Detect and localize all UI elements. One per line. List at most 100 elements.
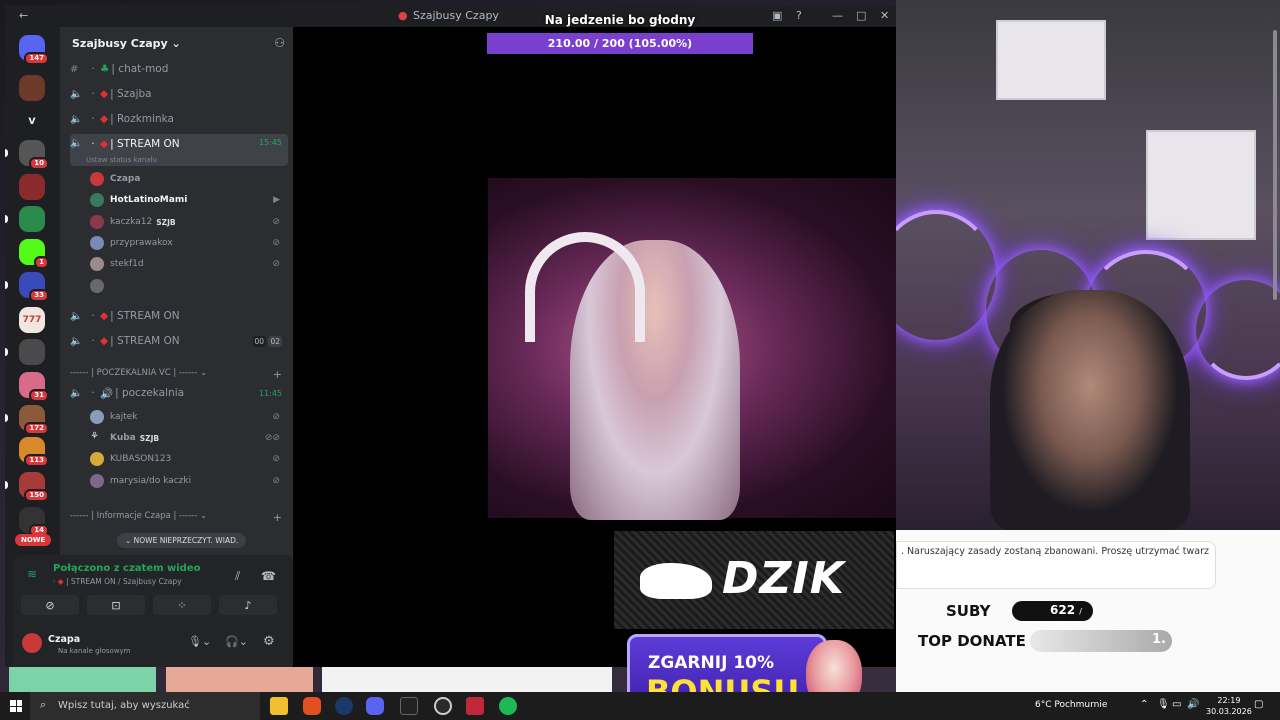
notifications-icon[interactable]: ▢ xyxy=(1254,699,1263,710)
server-name[interactable]: Szajbusy Czapy ⌄ xyxy=(72,37,181,50)
minimize-icon[interactable]: — xyxy=(832,9,843,22)
settings-gear-icon[interactable]: ⚙ xyxy=(263,634,275,649)
headphones-icon[interactable]: 🎧⌄ xyxy=(225,635,248,648)
muted-icon: ⊘ xyxy=(272,238,280,248)
spotify-icon[interactable] xyxy=(499,697,517,715)
close-icon[interactable]: ✕ xyxy=(880,9,889,22)
muted-icon: ⊘ xyxy=(272,412,280,422)
new-badge[interactable]: NOWE xyxy=(15,534,52,546)
voice-user[interactable]: Czapa xyxy=(90,170,280,188)
unread-pill xyxy=(5,481,8,489)
voice-user[interactable]: przyprawakox ⊘ xyxy=(90,234,280,252)
unread-badge: 147 xyxy=(24,52,49,65)
taskbar-search[interactable]: ⌕ Wpisz tutaj, aby wyszukać xyxy=(30,692,260,720)
voice-user[interactable]: ⚘ Kuba SZJB ⊘⊘ xyxy=(90,429,280,447)
avatar xyxy=(90,279,104,293)
back-arrow-icon[interactable]: ← xyxy=(19,9,28,22)
add-channel-icon[interactable]: + xyxy=(273,511,282,524)
noise-suppression-icon[interactable]: ⫽ xyxy=(235,569,240,584)
channel-szajba[interactable]: 🔈 · ◆ | Szajba xyxy=(70,84,288,104)
new-unread-messages[interactable]: ⌄ NOWE NIEPRZECZYT. WIAD. xyxy=(117,533,247,548)
server-icon-server-e[interactable] xyxy=(19,339,45,365)
start-button[interactable] xyxy=(10,700,22,712)
microphone-icon[interactable]: 🎙 xyxy=(1157,699,1170,710)
unread-badge: 172 xyxy=(24,422,49,435)
steam-icon[interactable] xyxy=(335,697,353,715)
file-explorer-icon[interactable] xyxy=(270,697,288,715)
server-icon-server-h[interactable]: 113 xyxy=(19,437,49,467)
clock[interactable]: 22:19 30.03.2026 xyxy=(1206,695,1252,717)
add-channel-icon[interactable]: + xyxy=(273,368,282,381)
app-a-icon[interactable] xyxy=(466,697,484,715)
voice-user[interactable]: HotLatinoMami ▶ xyxy=(90,191,280,209)
server-icon-server-a[interactable] xyxy=(19,75,45,101)
volume-icon[interactable]: 🔊 xyxy=(1187,699,1199,710)
screen-share-button[interactable]: ⊡ xyxy=(87,595,145,615)
user-panel: Czapa Na kanale głosowym 🎙⌄ 🎧⌄ ⚙ xyxy=(20,631,290,661)
network-icon[interactable]: ▭ xyxy=(1172,699,1181,710)
channel-stream-on-active[interactable]: 🔈 · ◆ | STREAM ON 15:45 Ustaw status kanału xyxy=(70,134,288,166)
subs-value: 622 xyxy=(1050,603,1076,617)
chevron-up-icon[interactable]: ⌃ xyxy=(1140,699,1148,710)
user-name[interactable]: Czapa xyxy=(48,634,80,645)
server-icon-server-j[interactable]: 14 xyxy=(19,507,49,537)
speaker-icon: 🔈 xyxy=(70,138,83,149)
server-icon-server-g[interactable]: 172 xyxy=(19,405,49,435)
channel-poczekalnia[interactable]: 🔈 · 🔊 | poczekalnia 11:45 xyxy=(70,383,288,403)
microphone-icon[interactable]: 🎙⌄ xyxy=(188,635,211,648)
avatar xyxy=(90,474,104,488)
help-icon[interactable]: ? xyxy=(796,9,802,22)
sponsor-brand: DZIK xyxy=(722,553,845,604)
server-icon: ● xyxy=(398,9,408,22)
unread-badge: 1 xyxy=(34,256,49,269)
server-icon-server-kick[interactable]: 1 xyxy=(19,239,49,269)
screen-share-icon[interactable]: ▣ xyxy=(772,9,782,22)
channel-limit: 02 xyxy=(268,335,282,347)
voice-user[interactable]: kajtek ⊘ xyxy=(90,408,280,426)
obs-icon[interactable] xyxy=(434,697,452,715)
scrollbar[interactable] xyxy=(1273,30,1277,300)
channel-stream-on-3[interactable]: 🔈 · ◆ | STREAM ON 00 02 xyxy=(70,331,288,351)
server-icon-server-777[interactable]: 777 xyxy=(19,307,45,333)
server-icon-discord-home[interactable]: 147 xyxy=(19,35,49,65)
activities-button[interactable]: ⁘ xyxy=(153,595,211,615)
disconnect-icon[interactable]: ☎ xyxy=(261,569,276,583)
soundboard-button[interactable]: ♪ xyxy=(219,595,277,615)
voice-user[interactable] xyxy=(90,277,280,295)
channel-chat-mod[interactable]: # · ♣ | chat-mod xyxy=(70,59,288,79)
server-icon-server-b[interactable]: 10 xyxy=(19,140,49,170)
muted-icon: ⊘⊘ xyxy=(264,433,280,443)
camera-button[interactable]: ⊘ xyxy=(21,595,79,615)
voice-user[interactable]: KUBASON123 ⊘ xyxy=(90,450,280,468)
epic-games-icon[interactable] xyxy=(400,697,418,715)
voice-user[interactable]: stekf1d ⊘ xyxy=(90,255,280,273)
channel-time: 11:45 xyxy=(258,388,282,398)
brave-browser-icon[interactable] xyxy=(303,697,321,715)
add-member-icon[interactable]: ⚇ xyxy=(274,36,285,50)
server-icon-server-d[interactable]: 33 xyxy=(19,272,49,302)
server-icon-server-i[interactable]: 150 xyxy=(19,472,49,502)
voice-subtitle: · ◆ | STREAM ON / Szajbusy Czapy xyxy=(53,577,182,586)
avatar: ⚘ xyxy=(90,431,104,445)
category-informacje[interactable]: ------ | Informacje Czapa | ------ ⌄ + xyxy=(70,511,288,524)
server-icon-server-f[interactable]: 31 xyxy=(19,372,49,402)
discord-icon[interactable] xyxy=(366,697,384,715)
unread-badge: 33 xyxy=(29,289,49,302)
maximize-icon[interactable]: □ xyxy=(856,9,866,22)
signal-icon[interactable]: ≋ xyxy=(27,567,37,581)
channel-rozkminka[interactable]: 🔈 · ◆ | Rozkminka xyxy=(70,109,288,129)
category-poczekalnia[interactable]: ------ | POCZEKALNIA VC | ------ ⌄ + xyxy=(70,368,288,381)
voice-user[interactable]: marysia/do kaczki ⊘ xyxy=(90,472,280,490)
channel-stream-on-2[interactable]: 🔈 · ◆ | STREAM ON xyxy=(70,306,288,326)
server-icon-server-v[interactable]: V xyxy=(19,109,45,135)
server-icon-server-szajbusy[interactable] xyxy=(19,174,45,200)
green-strip xyxy=(9,667,156,692)
voice-user[interactable]: kaczka12 SZJB ⊘ xyxy=(90,213,280,231)
server-icon-server-c[interactable] xyxy=(19,206,45,232)
goal-progress-text: 210.00 / 200 (105.00%) xyxy=(547,37,693,50)
weather-widget[interactable]: 6°C Pochmurnie xyxy=(1035,700,1107,710)
unread-pill xyxy=(5,149,8,157)
avatar xyxy=(90,410,104,424)
channel-status[interactable]: Ustaw status kanału xyxy=(86,156,157,164)
avatar[interactable] xyxy=(22,633,42,653)
